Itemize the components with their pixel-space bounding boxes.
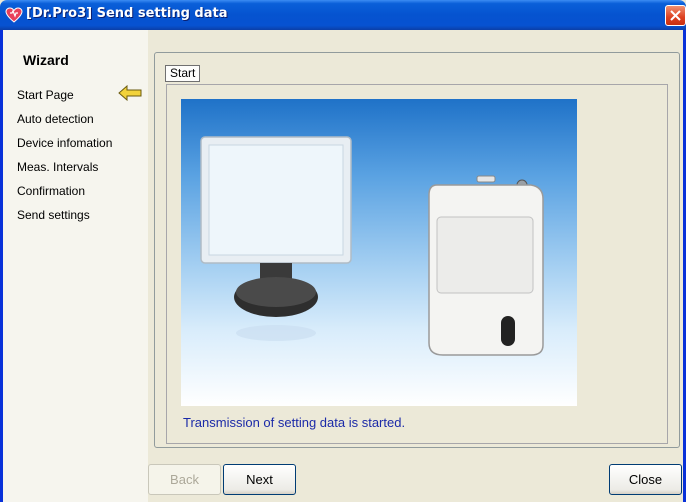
- close-button[interactable]: Close: [609, 464, 682, 495]
- monitor-image: [200, 136, 352, 341]
- wizard-title: Wizard: [23, 52, 69, 68]
- status-message: Transmission of setting data is started.: [183, 415, 406, 430]
- title-bar[interactable]: [Dr.Pro3] Send setting data: [0, 0, 686, 30]
- window-title: [Dr.Pro3] Send setting data: [26, 6, 228, 21]
- wizard-step-device-information: Device infomation: [17, 136, 113, 150]
- wizard-step-start-page: Start Page: [17, 88, 74, 102]
- app-heart-icon: [5, 7, 23, 23]
- next-button[interactable]: Next: [223, 464, 296, 495]
- wizard-step-confirmation: Confirmation: [17, 184, 86, 198]
- wizard-step-meas-intervals: Meas. Intervals: [17, 160, 99, 174]
- window-close-button[interactable]: [665, 5, 686, 26]
- wizard-step-send-settings: Send settings: [17, 208, 90, 222]
- wizard-steps-list: Start Page Auto detection Device infomat…: [17, 86, 112, 230]
- wizard-step-auto-detection: Auto detection: [17, 112, 94, 126]
- arrow-left-icon: [118, 84, 142, 102]
- tab-start: Start: [165, 65, 201, 82]
- close-icon: [670, 10, 681, 21]
- wizard-sidebar: Wizard Start Page Auto detection Device …: [3, 30, 148, 502]
- wizard-illustration: [181, 99, 577, 406]
- back-button[interactable]: Back: [148, 464, 221, 495]
- device-image: [428, 175, 544, 356]
